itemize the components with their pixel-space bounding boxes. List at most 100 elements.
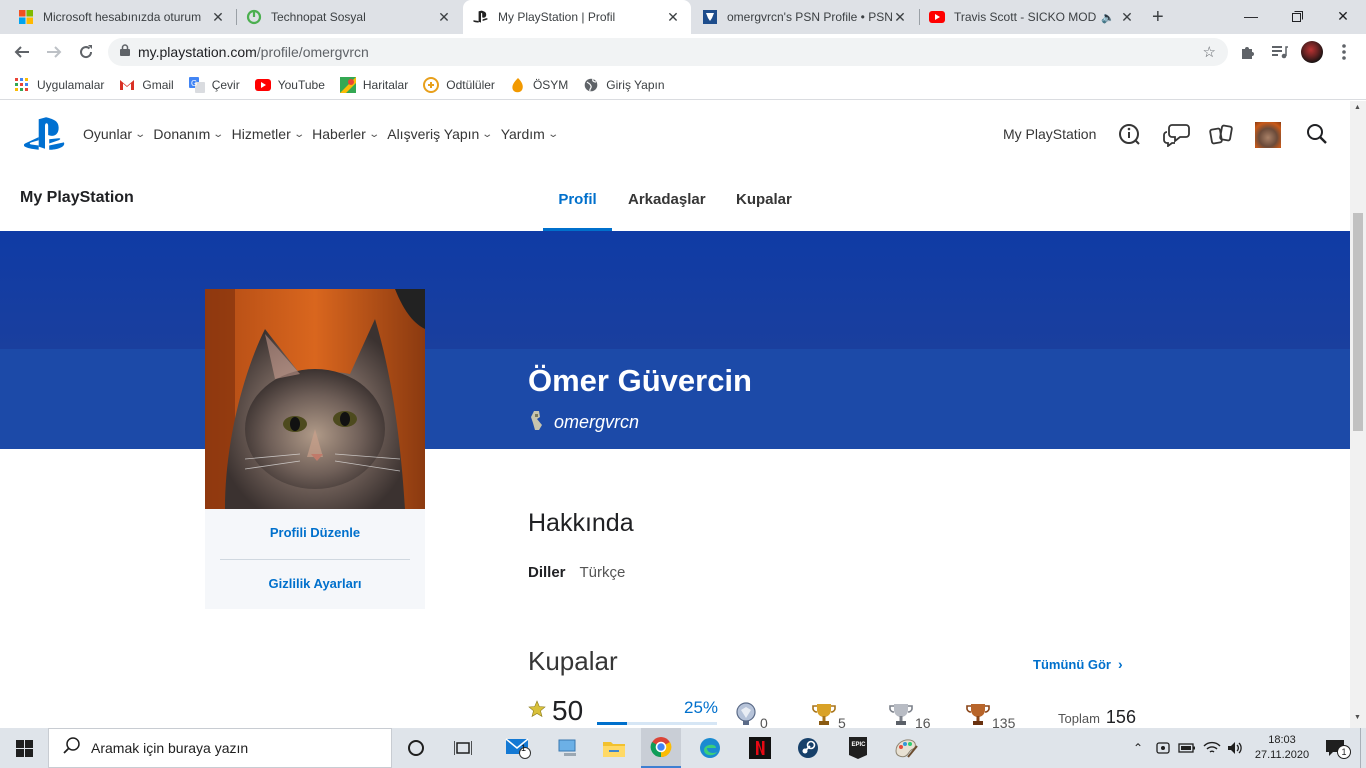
chrome-menu-icon[interactable] [1332, 40, 1356, 64]
search-icon[interactable] [1306, 123, 1328, 150]
game-library-icon[interactable] [1209, 123, 1235, 152]
trophy-level: 50 [528, 695, 583, 727]
scrollbar-thumb[interactable] [1353, 213, 1363, 431]
level-progress-bar [597, 722, 717, 725]
nav-shop[interactable]: Alışveriş Yapın ⌄ [387, 126, 493, 142]
close-window-button[interactable]: ✕ [1320, 0, 1366, 32]
close-tab-icon[interactable]: ✕ [1119, 9, 1135, 26]
mail-app-icon[interactable]: 1 [498, 728, 538, 768]
edit-profile-link[interactable]: Profili Düzenle [205, 525, 425, 540]
bookmark-osym[interactable]: ÖSYM [510, 77, 568, 93]
steam-icon[interactable] [788, 728, 828, 768]
wifi-icon[interactable] [1201, 728, 1223, 768]
chevron-down-icon: ⌄ [547, 128, 559, 140]
tab-trophies[interactable]: Kupalar [736, 167, 792, 231]
chat-icon[interactable] [1162, 123, 1190, 152]
bookmark-login[interactable]: Giriş Yapın [583, 77, 665, 93]
nav-games[interactable]: Oyunlar ⌄ [83, 126, 146, 142]
speaker-icon[interactable]: 🔈 [1101, 11, 1115, 24]
show-hidden-icons-chevron-icon[interactable]: ⌃ [1128, 728, 1148, 768]
address-bar[interactable]: my.playstation.com/profile/omergvrcn ☆ [108, 38, 1228, 66]
action-center-icon[interactable]: 1 [1318, 728, 1352, 768]
nav-news[interactable]: Haberler ⌄ [312, 126, 380, 142]
tab-friends[interactable]: Arkadaşlar [628, 167, 706, 231]
psn-avatar-icon [528, 409, 546, 436]
bookmark-odtululer[interactable]: Odtülüler [423, 76, 495, 93]
bookmark-star-icon[interactable]: ☆ [1203, 43, 1216, 61]
profile-actions-panel: Profili Düzenle Gizlilik Ayarları [205, 509, 425, 609]
scroll-down-arrow-icon[interactable]: ▼ [1354, 714, 1361, 721]
forward-button[interactable] [42, 40, 66, 64]
tab-technopat[interactable]: Technopat Sosyal ✕ [236, 0, 462, 34]
see-all-trophies-link[interactable]: Tümünü Gör › [1033, 656, 1123, 672]
scroll-up-arrow-icon[interactable]: ▲ [1354, 104, 1361, 111]
page-scrollbar[interactable]: ▲ ▼ [1350, 101, 1366, 728]
netflix-icon[interactable] [740, 728, 780, 768]
nav-hardware[interactable]: Donanım ⌄ [153, 126, 224, 142]
taskbar-clock[interactable]: 18:03 27.11.2020 [1252, 728, 1312, 768]
edge-icon[interactable] [690, 728, 730, 768]
languages-value: Türkçe [579, 564, 626, 581]
paint-icon[interactable] [886, 728, 926, 768]
playstation-icon [473, 9, 489, 25]
network-pc-icon[interactable] [548, 728, 588, 768]
cortana-icon[interactable] [400, 728, 432, 768]
profile-online-id: omergvrcn [554, 412, 640, 432]
lock-icon[interactable] [120, 43, 130, 61]
bookmark-label: Uygulamalar [37, 77, 105, 92]
bookmark-apps[interactable]: Uygulamalar [14, 77, 104, 93]
file-explorer-icon[interactable] [594, 728, 634, 768]
task-view-icon[interactable] [447, 728, 479, 768]
tab-profile[interactable]: Profil [543, 167, 612, 231]
bookmark-gmail[interactable]: Gmail [119, 77, 174, 93]
show-desktop-button[interactable] [1360, 728, 1366, 768]
psnprofiles-icon [702, 9, 718, 25]
playstation-logo[interactable] [23, 117, 66, 156]
taskbar-search-box[interactable]: Aramak için buraya yazın [48, 728, 392, 768]
windows-start-button[interactable] [0, 728, 48, 768]
media-queue-icon[interactable] [1268, 40, 1292, 64]
back-button[interactable] [10, 40, 34, 64]
globe-icon [583, 77, 599, 93]
bookmark-youtube[interactable]: YouTube [254, 77, 325, 93]
search-icon [63, 737, 80, 759]
tab-psnprofiles[interactable]: omergvrcn's PSN Profile • PSN ✕ [692, 0, 918, 34]
user-avatar-thumbnail[interactable] [1255, 122, 1281, 148]
nav-help[interactable]: Yardım ⌄ [501, 126, 559, 142]
maximize-button[interactable] [1274, 0, 1320, 32]
bronze-count: 135 [992, 715, 1016, 728]
tab-my-playstation[interactable]: My PlayStation | Profil ✕ [463, 0, 691, 34]
bookmarks-bar: Uygulamalar Gmail G Çevir YouTube Harita… [0, 70, 1366, 100]
platinum-count: 0 [760, 715, 768, 728]
new-tab-button[interactable]: + [1152, 6, 1164, 29]
close-tab-icon[interactable]: ✕ [665, 9, 681, 26]
bookmark-label: Gmail [142, 77, 174, 92]
my-playstation-link[interactable]: My PlayStation [1003, 126, 1096, 142]
chrome-taskbar-icon[interactable] [641, 728, 681, 768]
battery-icon[interactable] [1176, 728, 1198, 768]
minimize-button[interactable]: ― [1228, 0, 1274, 32]
osym-icon [510, 77, 526, 93]
privacy-settings-link[interactable]: Gizlilik Ayarları [205, 576, 425, 591]
volume-icon[interactable] [1225, 728, 1247, 768]
total-label: Toplam [1058, 711, 1100, 726]
meet-now-icon[interactable] [1152, 728, 1174, 768]
reload-button[interactable] [74, 40, 98, 64]
extensions-puzzle-icon[interactable] [1236, 40, 1260, 64]
close-tab-icon[interactable]: ✕ [892, 9, 908, 26]
profile-avatar[interactable] [1300, 40, 1324, 64]
info-icon[interactable] [1118, 123, 1142, 152]
bookmark-translate[interactable]: G Çevir [188, 76, 240, 93]
nav-services[interactable]: Hizmetler ⌄ [231, 126, 305, 142]
epic-games-icon[interactable]: EPIC [838, 728, 878, 768]
trophies-heading: Kupalar [528, 646, 618, 676]
close-tab-icon[interactable]: ✕ [210, 9, 226, 26]
close-tab-icon[interactable]: ✕ [436, 9, 452, 26]
tab-youtube[interactable]: Travis Scott - SICKO MODE 🔈 ✕ [919, 0, 1145, 34]
bookmark-label: Haritalar [362, 77, 409, 92]
tab-title: Technopat Sosyal [271, 10, 366, 24]
level-progress-label: 25% [684, 698, 719, 717]
nav-label: Hizmetler [231, 126, 291, 142]
tab-microsoft[interactable]: Microsoft hesabınızda oturum ✕ [8, 0, 236, 34]
bookmark-maps[interactable]: Haritalar [339, 76, 409, 93]
